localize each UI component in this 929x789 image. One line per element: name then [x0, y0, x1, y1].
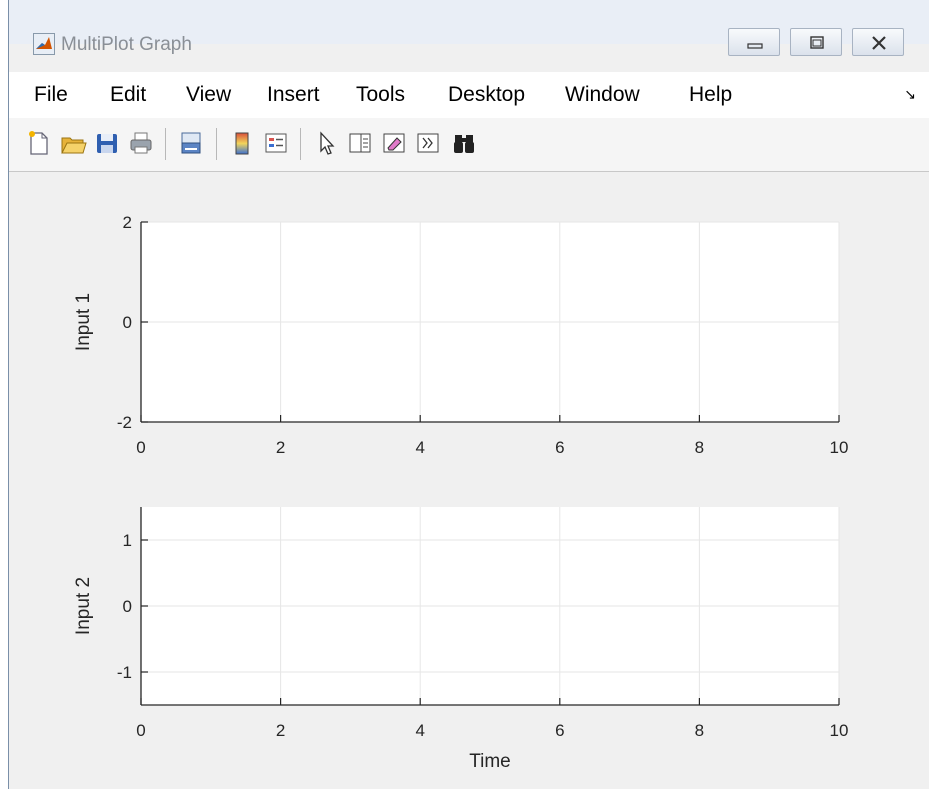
toolbar-separator	[216, 128, 217, 160]
open-file-icon[interactable]	[59, 129, 87, 157]
window-title: MultiPlot Graph	[61, 34, 192, 55]
menu-window[interactable]: Window	[565, 82, 640, 108]
x-tick-label: 10	[830, 721, 849, 740]
menu-insert[interactable]: Insert	[267, 82, 320, 108]
menu-view[interactable]: View	[186, 82, 231, 108]
colorbar-icon[interactable]	[228, 129, 256, 157]
y-tick-label: 0	[123, 597, 132, 616]
figure-toolbar	[9, 118, 929, 172]
expand-toolbar-icon[interactable]	[414, 129, 442, 157]
eraser-icon[interactable]	[380, 129, 408, 157]
legend-icon[interactable]	[262, 129, 290, 157]
x-tick-label: 2	[276, 438, 285, 457]
title-bar[interactable]: MultiPlot Graph	[9, 0, 929, 56]
x-tick-label: 0	[136, 438, 145, 457]
menu-help[interactable]: Help	[689, 82, 732, 108]
new-figure-icon[interactable]	[25, 129, 53, 157]
matlab-logo-icon	[33, 33, 55, 55]
y-tick-label: -1	[117, 663, 132, 682]
link-plot-icon[interactable]	[177, 129, 205, 157]
print-icon[interactable]	[127, 129, 155, 157]
maximize-button[interactable]	[790, 28, 842, 56]
menu-desktop[interactable]: Desktop	[448, 82, 525, 108]
x-axis-label: Time	[469, 751, 511, 772]
menu-bar: File Edit View Insert Tools Desktop Wind…	[9, 72, 929, 118]
x-tick-label: 2	[276, 721, 285, 740]
x-tick-label: 4	[415, 721, 424, 740]
x-tick-label: 8	[695, 438, 704, 457]
close-button[interactable]	[852, 28, 904, 56]
y-axis-label: Input 2	[73, 577, 94, 635]
menu-edit[interactable]: Edit	[110, 82, 146, 108]
x-tick-label: 6	[555, 721, 564, 740]
x-tick-label: 10	[830, 438, 849, 457]
save-icon[interactable]	[93, 129, 121, 157]
plot-canvas: 0 2 4 6 8 10-202Input 10 2 4 6 8 10-101Input 2Time	[73, 213, 849, 772]
minimize-button[interactable]	[728, 28, 780, 56]
x-tick-label: 0	[136, 721, 145, 740]
menu-file[interactable]: File	[34, 82, 68, 108]
y-axis-label: Input 1	[73, 293, 94, 351]
x-tick-label: 4	[415, 438, 424, 457]
menu-tools[interactable]: Tools	[356, 82, 405, 108]
menu-overflow-arrow-icon[interactable]: ↘	[904, 86, 916, 103]
figure-window: MultiPlot Graph File Edit View Insert To…	[8, 0, 929, 789]
y-tick-label: 2	[123, 213, 132, 232]
edit-plot-pointer-icon[interactable]	[312, 129, 340, 157]
x-tick-label: 6	[555, 438, 564, 457]
property-inspector-icon[interactable]	[346, 129, 374, 157]
toolbar-separator	[300, 128, 301, 160]
figure-canvas: 0 2 4 6 8 10 -2 0 2 Input 1 0 2 4 6 8 10 -1 0 1 Input 2 Time	[9, 172, 923, 777]
x-tick-label: 8	[695, 721, 704, 740]
y-tick-label: 1	[123, 531, 132, 550]
y-tick-label: 0	[123, 313, 132, 332]
y-tick-label: -2	[117, 413, 132, 432]
toolbar-separator	[165, 128, 166, 160]
find-binoculars-icon[interactable]	[450, 129, 478, 157]
